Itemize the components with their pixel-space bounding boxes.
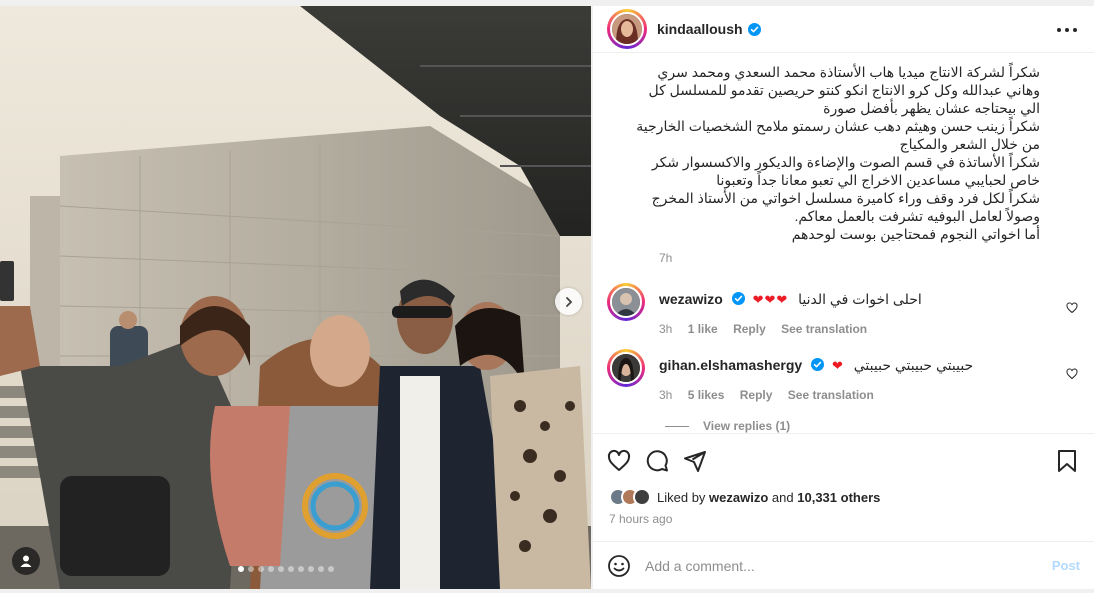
liked-by-user[interactable]: wezawizo [709, 490, 768, 505]
author-username[interactable]: kindaalloush [657, 21, 743, 37]
more-options-button[interactable] [1056, 20, 1078, 38]
emoji-button[interactable] [607, 554, 631, 578]
carousel-dot [328, 566, 334, 572]
see-translation-button[interactable]: See translation [781, 322, 867, 336]
add-comment-bar: Post [593, 541, 1094, 589]
post-timestamp[interactable]: 7 hours ago [593, 506, 1094, 526]
liker-avatars [609, 488, 651, 506]
comment-hearts: ❤ [831, 358, 844, 373]
carousel-dot [248, 566, 254, 572]
carousel-dot [258, 566, 264, 572]
comment-time: 3h [659, 322, 673, 336]
carousel-indicator [238, 566, 334, 572]
more-options-icon [1057, 28, 1077, 32]
comment-item: wezawizo ❤❤❤ احلى اخوات في الدنيا 3h 1 l… [593, 283, 1094, 349]
liked-by-others[interactable]: 10,331 others [797, 490, 880, 505]
heart-icon [607, 449, 631, 471]
heart-icon [1066, 302, 1078, 314]
like-button[interactable] [607, 449, 631, 473]
comment-username[interactable]: wezawizo [659, 291, 723, 307]
carousel-dot [318, 566, 324, 572]
share-icon [684, 451, 706, 472]
liked-by-prefix: Liked by [657, 489, 706, 505]
heart-icon [1066, 368, 1078, 380]
comment-reply-button[interactable]: Reply [740, 388, 773, 402]
liker-avatar [633, 488, 651, 506]
replies-divider [665, 425, 689, 427]
post-comment-button[interactable]: Post [1052, 558, 1080, 573]
view-replies-button[interactable]: View replies (1) [665, 419, 1094, 433]
comment-item: gihan.elshamashergy ❤ حبيبتي حبيبتي حبيب… [593, 349, 1094, 415]
carousel-dot [298, 566, 304, 572]
see-translation-button[interactable]: See translation [788, 388, 874, 402]
comment-like-button[interactable] [1066, 301, 1078, 319]
verified-badge-icon [811, 358, 825, 371]
carousel-dot [308, 566, 314, 572]
carousel-dot [278, 566, 284, 572]
carousel-dot [238, 566, 244, 572]
comment-text: حبيبتي حبيبتي حبيبتي [853, 357, 974, 373]
verified-badge-icon [731, 292, 745, 305]
post-photo[interactable] [0, 6, 591, 589]
carousel-dot [268, 566, 274, 572]
user-tags-button[interactable] [12, 547, 40, 575]
commenter-avatar[interactable] [607, 283, 645, 321]
post-details-panel: kindaalloush شكراً لشركة الانتاج ميديا ه… [593, 6, 1094, 589]
liked-by: Liked by wezawizo and 10,331 others [593, 476, 1094, 506]
liked-by-and: and [771, 489, 794, 505]
share-button[interactable] [683, 449, 707, 473]
bookmark-icon [1058, 450, 1076, 472]
chevron-right-icon [565, 296, 572, 307]
comments-scroll-area[interactable]: شكراً لشركة الانتاج ميديا هاب الأستاذة م… [593, 53, 1094, 433]
post-actions: Liked by wezawizo and 10,331 others 7 ho… [593, 433, 1094, 553]
comment-likes[interactable]: 5 likes [688, 388, 725, 402]
comment-username[interactable]: gihan.elshamashergy [659, 357, 802, 373]
caption-timestamp: 7h [659, 251, 673, 265]
user-tag-icon [20, 555, 32, 567]
emoji-icon [608, 554, 630, 577]
comment-time: 3h [659, 388, 673, 402]
comment-text: احلى اخوات في الدنيا [798, 291, 922, 307]
save-button[interactable] [1056, 449, 1078, 473]
verified-badge-icon [747, 22, 761, 36]
comment-likes[interactable]: 1 like [688, 322, 718, 336]
comment-reply-button[interactable]: Reply [733, 322, 766, 336]
comment-like-button[interactable] [1066, 367, 1078, 385]
commenter-avatar[interactable] [607, 349, 645, 387]
comment-hearts: ❤❤❤ [752, 292, 789, 307]
comment-input[interactable] [645, 557, 1052, 574]
view-replies-label: View replies (1) [703, 419, 791, 433]
author-avatar[interactable] [607, 9, 647, 49]
comment-icon [646, 450, 668, 472]
carousel-next-button[interactable] [555, 288, 582, 315]
photo-scene [0, 6, 591, 589]
comment-button[interactable] [645, 449, 669, 473]
carousel-dot [288, 566, 294, 572]
post-header: kindaalloush [593, 6, 1094, 53]
post-caption: شكراً لشركة الانتاج ميديا هاب الأستاذة م… [636, 64, 1040, 242]
